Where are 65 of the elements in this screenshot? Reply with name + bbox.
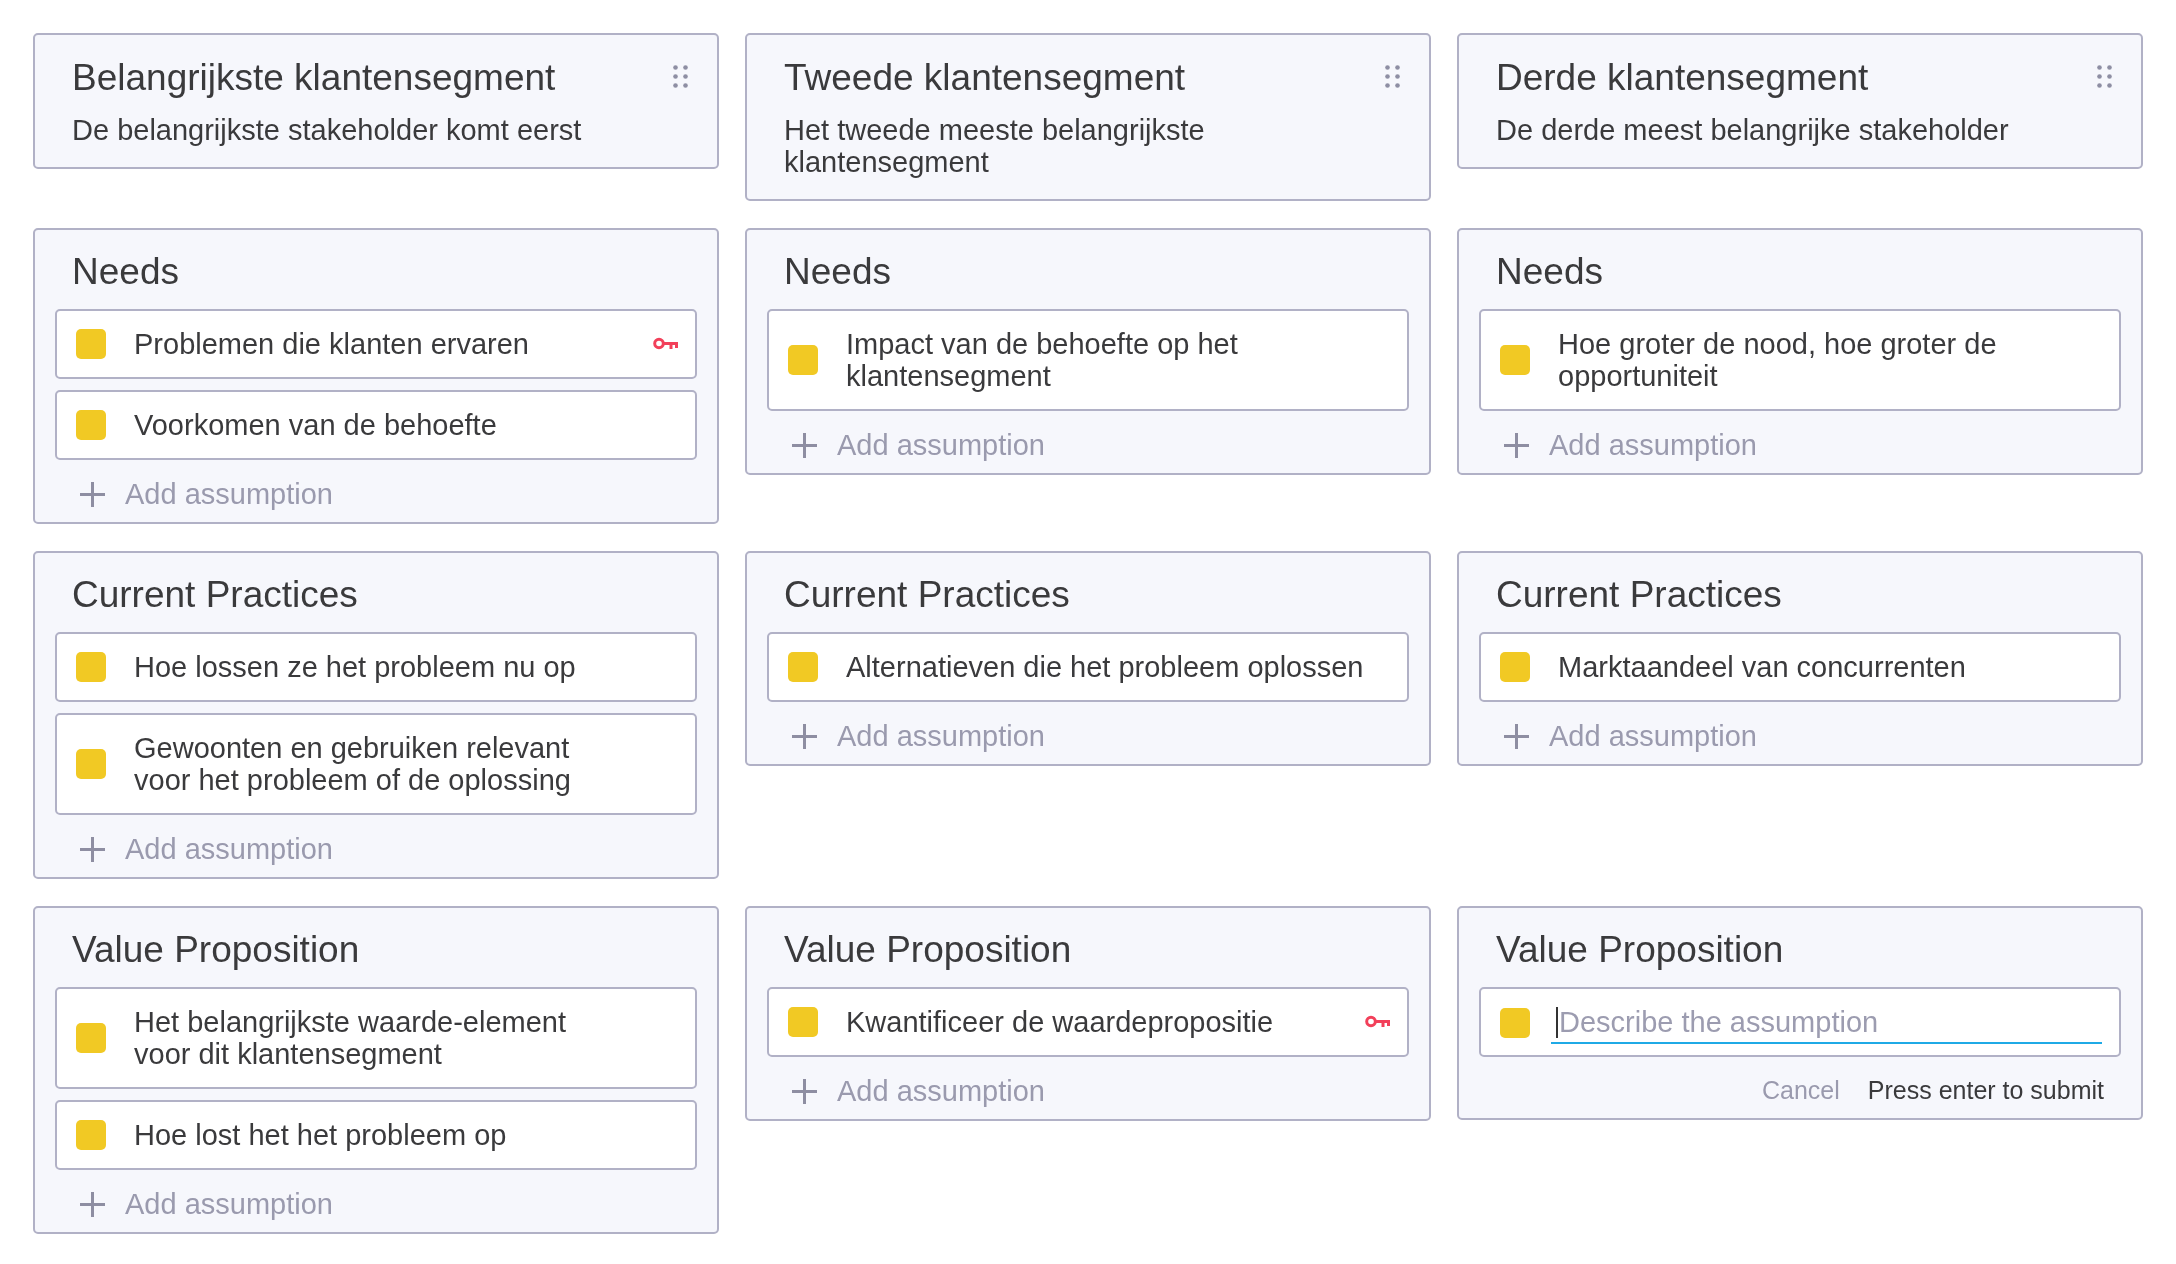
assumption-card[interactable]: Problemen die klanten ervaren [55,309,697,379]
assumption-card[interactable]: Impact van de behoefte op het klantensegment [767,309,1409,411]
assumption-text: Alternatieven die het probleem oplossen [846,651,1365,683]
assumption-card[interactable]: Hoe lossen ze het probleem nu op [55,632,697,702]
assumption-card[interactable]: Marktaandeel van concurrenten [1479,632,2121,702]
assumption-text: Impact van de behoefte op het klantensegment [846,328,1239,392]
category-swatch-icon [76,749,106,779]
assumption-text: Hoe lossen ze het probleem nu op [134,651,577,683]
section-title: Current Practices [71,573,359,617]
assumption-card[interactable]: Hoe lost het het probleem op [55,1100,697,1170]
section-title: Current Practices [783,573,1071,617]
segment-title: Derde klantensegment [1496,56,1869,100]
assumption-text: Hoe groter de nood, hoe groter de opportuniteit [1558,328,1998,392]
section-title: Value Proposition [71,928,361,972]
plus-icon [792,1078,817,1104]
assumption-text: Gewoonten en gebruiken relevant voor het probleem of de oplossing [134,732,572,796]
assumption-card[interactable]: Voorkomen van de behoefte [55,390,697,460]
segment-description: De derde meest belangrijke stakeholder [1496,114,2010,146]
category-swatch-icon [788,345,818,375]
assumption-text: Voorkomen van de behoefte [134,409,498,441]
segment-description: Het tweede meeste belangrijkste klantensegment [784,114,1206,178]
plus-icon [792,723,817,749]
submit-hint: Press enter to submit [1867,1075,2104,1106]
plus-icon [80,836,105,862]
assumption-card[interactable]: Het belangrijkste waarde-element voor dit klantensegment [55,987,697,1089]
category-swatch-icon [76,1120,106,1150]
section-title: Needs [1495,250,1604,294]
assumption-card[interactable]: Alternatieven die het probleem oplossen [767,632,1409,702]
drag-handle-icon[interactable] [673,65,688,88]
category-swatch-icon [788,652,818,682]
plus-icon [1504,723,1529,749]
category-swatch-icon [76,1023,106,1053]
drag-handle-icon[interactable] [2097,65,2112,88]
category-swatch-icon [1500,652,1530,682]
assumption-text: Hoe lost het het probleem op [134,1119,508,1151]
section-title: Current Practices [1495,573,1783,617]
category-swatch-icon [76,410,106,440]
section-title: Value Proposition [1495,928,1785,972]
segment-description: De belangrijkste stakeholder komt eerst [72,114,583,146]
assumption-text: Het belangrijkste waarde-element voor dit klantensegment [134,1006,567,1070]
assumption-card[interactable]: Kwantificeer de waardepropositie [767,987,1409,1057]
key-icon [1365,1015,1390,1029]
segment-title: Belangrijkste klantensegment [72,56,556,100]
category-swatch-icon [76,329,106,359]
assumption-card[interactable]: Gewoonten en gebruiken relevant voor het probleem of de oplossing [55,713,697,815]
plus-icon [80,481,105,507]
assumption-text: Marktaandeel van concurrenten [1558,651,1967,683]
text-cursor-icon [1556,1007,1558,1038]
assumption-text: Problemen die klanten ervaren [134,328,530,360]
section-title: Needs [71,250,180,294]
key-icon [653,337,678,351]
section-title: Value Proposition [783,928,1073,972]
category-swatch-icon [1500,345,1530,375]
plus-icon [792,432,817,458]
segment-title: Tweede klantensegment [784,56,1186,100]
category-swatch-icon [76,652,106,682]
category-swatch-icon [1500,1008,1530,1038]
plus-icon [1504,432,1529,458]
plus-icon [80,1191,105,1217]
drag-handle-icon[interactable] [1385,65,1400,88]
section-title: Needs [783,250,892,294]
assumption-card[interactable]: Hoe groter de nood, hoe groter de opportuniteit [1479,309,2121,411]
category-swatch-icon [788,1007,818,1037]
assumption-text: Kwantificeer de waardepropositie [846,1006,1275,1038]
assumption-input[interactable]: Describe the assumption [1551,1002,2102,1044]
